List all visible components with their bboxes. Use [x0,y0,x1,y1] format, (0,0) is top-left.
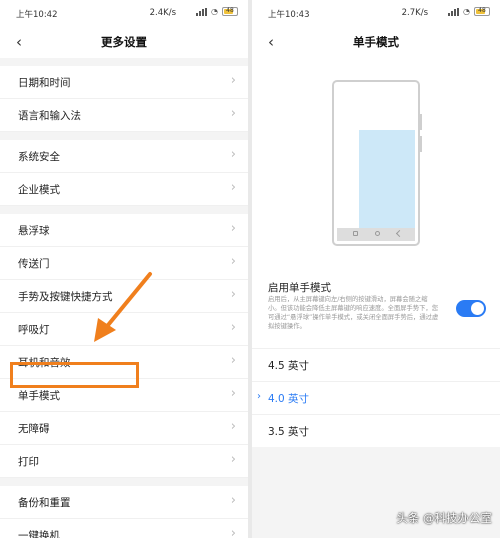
selected-indicator-icon: › [257,391,261,402]
battery-icon: 48 [474,7,490,16]
wifi-icon: ◔ [463,7,470,16]
battery-icon: 48 [222,7,238,16]
chevron-right-icon: › [230,73,236,88]
chevron-right-icon: › [230,353,236,368]
status-time: 上午10:43 [268,10,310,20]
one-handed-mode-screen: 上午10:43 2.7K/s ◔ 48 ‹ 单手模式 启用单手模式 启用后，从主… [252,0,500,538]
highlight-box [10,362,139,388]
network-speed: 2.7K/s [401,8,428,18]
group-gap [0,58,248,66]
group-gap [0,132,248,140]
settings-item-label: 单手模式 [18,390,60,402]
size-option[interactable]: 3.5 英寸 [252,414,500,447]
toggle-title: 启用单手模式 [268,282,331,294]
chevron-right-icon: › [230,147,236,162]
settings-item[interactable]: 语言和输入法 › [0,99,248,132]
settings-item-label: 悬浮球 [18,225,50,237]
settings-item-label: 企业模式 [18,184,60,196]
network-speed: 2.4K/s [149,8,176,18]
group-gap [0,478,248,486]
settings-item[interactable]: 无障碍 › [0,412,248,445]
chevron-right-icon: › [230,320,236,335]
enable-one-handed-row[interactable]: 启用单手模式 启用后，从主屏幕键向左/右侧的按键滑动，屏幕会随之缩小。但该功能会… [252,268,500,348]
chevron-right-icon: › [230,180,236,195]
more-settings-screen: 上午10:42 2.4K/s ◔ 48 ‹ 更多设置 日期和时间 › 语言和输入法 ›… [0,0,248,538]
settings-item[interactable]: 备份和重置 › [0,486,248,519]
chevron-right-icon: › [230,493,236,508]
status-bar: 上午10:42 2.4K/s ◔ 48 [0,0,248,26]
chevron-right-icon: › [230,526,236,538]
one-handed-switch[interactable] [456,300,486,317]
wifi-icon: ◔ [211,7,218,16]
chevron-right-icon: › [230,221,236,236]
settings-item[interactable]: 悬浮球 › [0,214,248,247]
settings-item-label: 无障碍 [18,423,50,435]
settings-item-label: 一键换机 [18,530,60,538]
title-bar: ‹ 更多设置 [0,26,248,58]
phone-preview-illustration [332,80,422,246]
signal-icon [448,7,460,16]
settings-item-label: 备份和重置 [18,497,71,509]
size-option-label: 4.0 英寸 [268,393,310,405]
title-bar: ‹ 单手模式 [252,26,500,58]
chevron-right-icon: › [230,106,236,121]
preview-area [252,58,500,268]
size-option-label: 4.5 英寸 [268,360,310,372]
chevron-right-icon: › [230,287,236,302]
nav-bar-preview [337,228,415,241]
status-time: 上午10:42 [16,10,58,20]
group-gap [0,206,248,214]
settings-item[interactable]: 一键换机 › [0,519,248,538]
page-title: 更多设置 [101,35,147,49]
settings-item-label: 呼吸灯 [18,324,50,336]
settings-item-label: 语言和输入法 [18,110,81,122]
settings-item-label: 打印 [18,456,39,468]
status-bar: 上午10:43 2.7K/s ◔ 48 [252,0,500,26]
settings-item[interactable]: 日期和时间 › [0,66,248,99]
chevron-right-icon: › [230,419,236,434]
shrunk-screen-preview [359,130,415,228]
chevron-right-icon: › [230,452,236,467]
toggle-description: 启用后，从主屏幕键向左/右侧的按键滑动，屏幕会随之缩小。但该功能会降低主屏幕键的… [268,296,439,330]
orange-arrow-annotation [94,272,152,342]
signal-icon [196,7,208,16]
page-title: 单手模式 [353,35,399,49]
chevron-right-icon: › [230,254,236,269]
size-option[interactable]: 4.5 英寸 [252,348,500,381]
settings-item-label: 传送门 [18,258,50,270]
watermark: 头条 @科技办公室 [396,511,492,525]
settings-item-label: 日期和时间 [18,77,71,89]
settings-item[interactable]: 企业模式 › [0,173,248,206]
settings-item[interactable]: 系统安全 › [0,140,248,173]
settings-item-label: 系统安全 [18,151,60,163]
settings-item[interactable]: 打印 › [0,445,248,478]
size-option-label: 3.5 英寸 [268,426,310,438]
size-option[interactable]: › 4.0 英寸 [252,381,500,414]
chevron-right-icon: › [230,386,236,401]
